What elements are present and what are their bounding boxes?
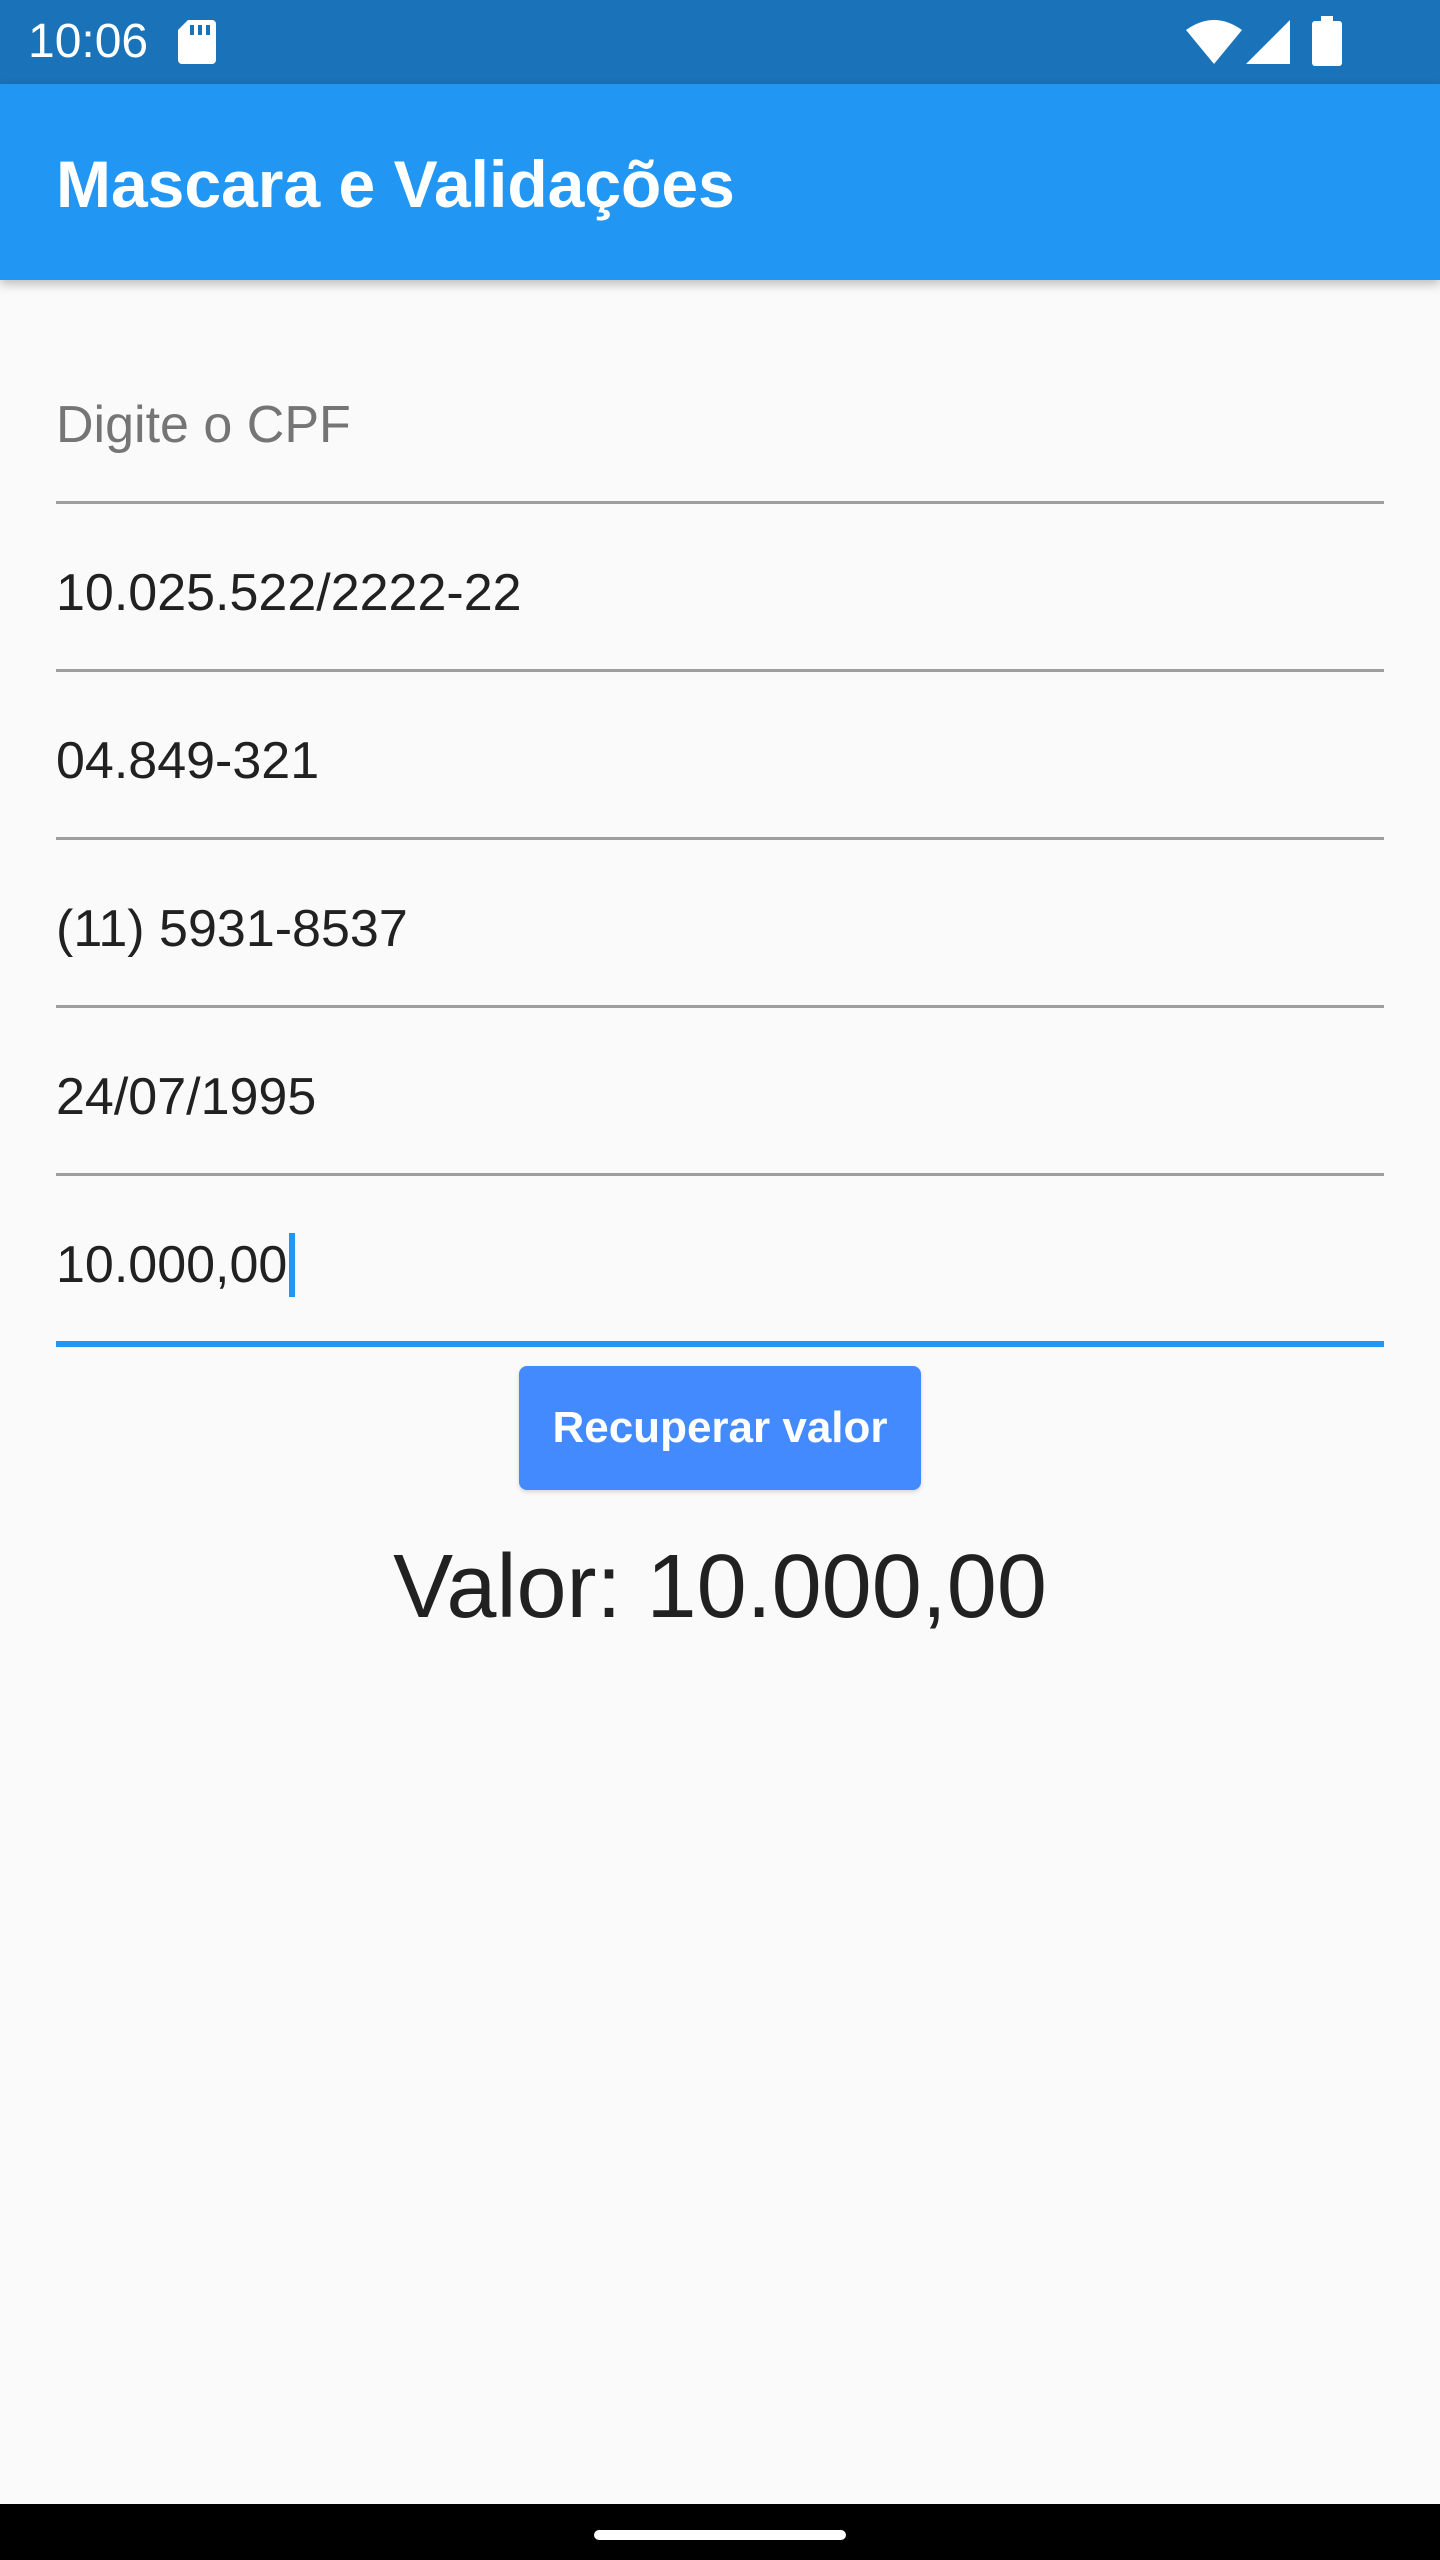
app-bar: Mascara e Validações — [0, 84, 1440, 280]
cep-field[interactable]: 04.849-321 — [56, 672, 1384, 840]
sd-card-icon — [178, 20, 216, 64]
valor-text: 10.000,00 — [56, 1233, 296, 1297]
battery-icon — [1312, 16, 1342, 66]
status-time: 10:06 — [28, 15, 149, 68]
recuperar-valor-button[interactable]: Recuperar valor — [519, 1366, 921, 1490]
app-screen: 10:06 Mascara e Validações Digite o CPF … — [0, 0, 1440, 2560]
signal-icon — [1246, 20, 1290, 64]
cpf-field[interactable]: Digite o CPF — [56, 336, 1384, 504]
valor-field[interactable]: 10.000,00 — [56, 1176, 1384, 1347]
cnpj-field[interactable]: 10.025.522/2222-22 — [56, 504, 1384, 672]
telefone-field[interactable]: (11) 5931-8537 — [56, 840, 1384, 1008]
cep-value: 04.849-321 — [56, 732, 320, 790]
wifi-icon — [1186, 20, 1242, 64]
cpf-placeholder: Digite o CPF — [56, 396, 351, 454]
cnpj-value: 10.025.522/2222-22 — [56, 564, 522, 622]
telefone-value: (11) 5931-8537 — [56, 900, 408, 958]
text-cursor — [289, 1233, 296, 1297]
result-text: Valor: 10.000,00 — [393, 1537, 1047, 1637]
valor-value: 10.000,00 — [56, 1236, 288, 1294]
data-field[interactable]: 24/07/1995 — [56, 1008, 1384, 1176]
status-bar: 10:06 — [0, 0, 1440, 84]
data-value: 24/07/1995 — [56, 1068, 317, 1126]
app-title: Mascara e Validações — [56, 147, 735, 221]
home-handle[interactable] — [594, 2530, 846, 2540]
